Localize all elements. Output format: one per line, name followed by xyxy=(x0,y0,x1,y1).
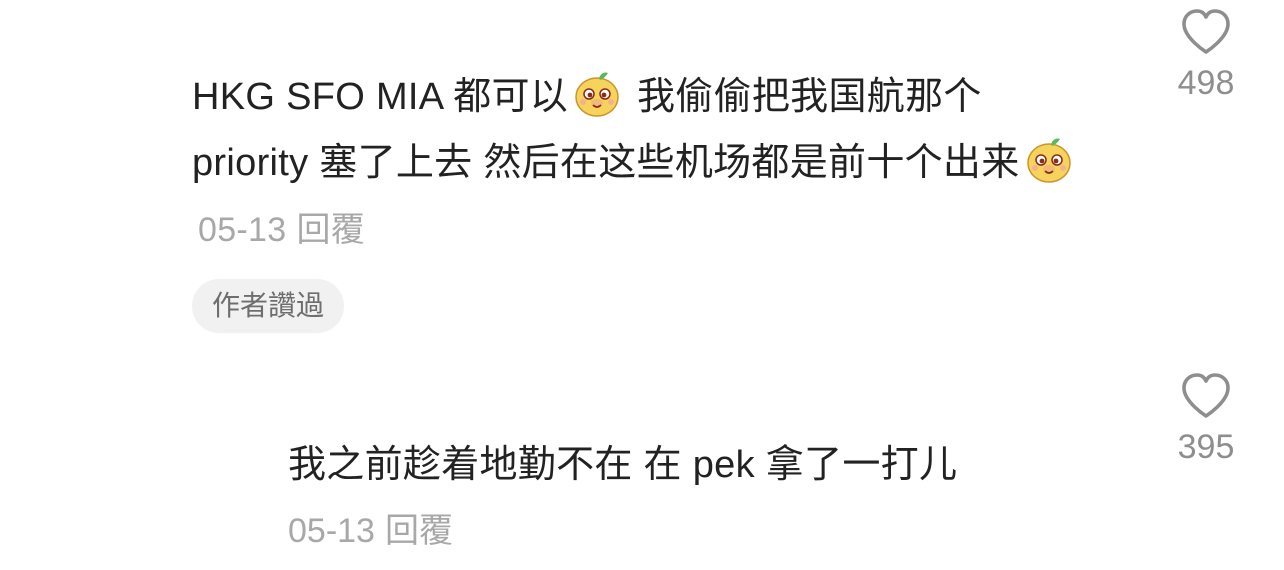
comment-2-reply-button[interactable]: 回覆 xyxy=(385,512,453,550)
comment-1-like: 498 xyxy=(1166,8,1246,103)
comment-1-text-part1: HKG SFO MIA 都可以 xyxy=(192,76,569,118)
comment-2-like: 395 xyxy=(1166,372,1246,467)
comment-1-text: HKG SFO MIA 都可以 我偷偷把我国航那个 priority 塞了上去 … xyxy=(192,64,1092,263)
comment-2-date: 05-13 xyxy=(288,512,375,550)
comment-1-like-count: 498 xyxy=(1177,64,1235,102)
smiling-mascot-emoji-icon xyxy=(1026,138,1071,183)
comment-1-date: 05-13 xyxy=(198,211,287,249)
comment-2-meta: 05-13 回覆 xyxy=(288,498,1088,564)
comment-2-text: 我之前趁着地勤不在 在 pek 拿了一打儿 xyxy=(288,444,958,486)
comment-1: HKG SFO MIA 都可以 我偷偷把我国航那个 priority 塞了上去 … xyxy=(192,64,1092,263)
smiling-mascot-emoji-icon xyxy=(575,72,619,117)
comment-1-reply-button[interactable]: 回覆 xyxy=(296,211,365,249)
comment-2: 我之前趁着地勤不在 在 pek 拿了一打儿 05-13 回覆 xyxy=(288,432,1088,564)
comment-2-like-count: 395 xyxy=(1177,428,1235,466)
heart-outline-icon[interactable] xyxy=(1180,372,1232,420)
heart-outline-icon[interactable] xyxy=(1180,8,1232,56)
author-liked-badge: 作者讚過 xyxy=(192,279,345,333)
